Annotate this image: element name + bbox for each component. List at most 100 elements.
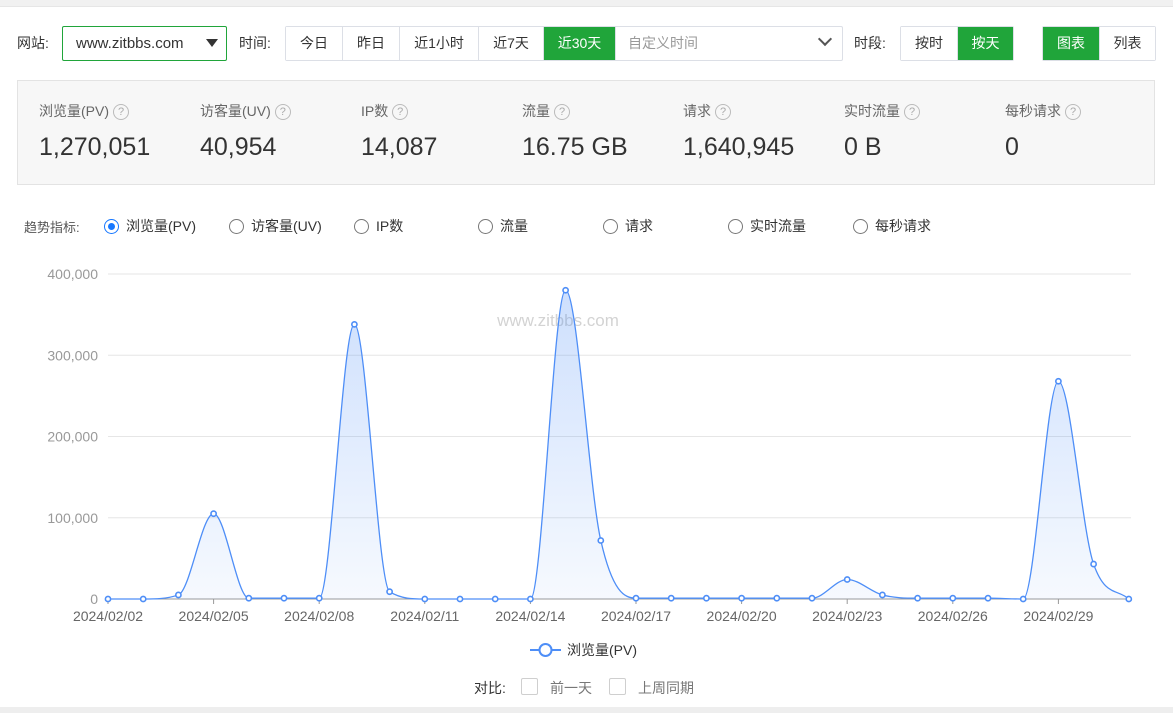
trend-option-label: 请求 xyxy=(625,218,653,234)
stat-traffic: 流量? 16.75 GB xyxy=(522,81,682,186)
filter-toolbar: 网站: www.zitbbs.com 时间: 今日 昨日 近1小时 近7天 近3… xyxy=(0,26,1173,61)
data-point xyxy=(421,595,429,603)
help-icon[interactable]: ? xyxy=(904,104,920,120)
help-icon[interactable]: ? xyxy=(113,104,129,120)
compare-prev-day-label: 前一天 xyxy=(550,680,592,696)
help-icon[interactable]: ? xyxy=(554,104,570,120)
stat-uv-label: 访客量(UV) xyxy=(200,103,271,119)
time-last-7-days-button[interactable]: 近7天 xyxy=(479,27,544,60)
top-edge xyxy=(0,0,1173,7)
data-point xyxy=(738,594,745,602)
series-points xyxy=(104,286,1133,603)
site-select[interactable]: www.zitbbs.com xyxy=(62,26,227,61)
stat-requests-value: 1,640,945 xyxy=(683,133,795,161)
period-daily-button[interactable]: 按天 xyxy=(958,27,1013,60)
period-hourly-button[interactable]: 按时 xyxy=(901,27,958,60)
stat-ip-name: IP数? xyxy=(361,101,409,121)
radio-icon xyxy=(853,218,868,234)
help-icon[interactable]: ? xyxy=(392,104,409,120)
time-label: 时间: xyxy=(239,35,271,51)
data-point xyxy=(491,595,499,603)
view-list-button[interactable]: 列表 xyxy=(1100,27,1155,60)
y-tick-label: 400,000 xyxy=(47,266,98,282)
x-tick-label: 2024/02/05 xyxy=(179,608,249,624)
trend-option-qps[interactable]: 每秒请求 xyxy=(853,215,931,237)
stat-pv-value: 1,270,051 xyxy=(39,133,151,161)
data-point xyxy=(949,594,957,602)
radio-icon xyxy=(478,218,493,234)
compare-last-week-checkbox[interactable] xyxy=(609,678,626,695)
help-icon[interactable]: ? xyxy=(274,104,291,120)
x-tick-label: 2024/02/20 xyxy=(707,608,777,624)
help-icon[interactable]: ? xyxy=(715,104,731,120)
x-axis-labels: 2024/02/02 2024/02/05 2024/02/08 2024/02/11… xyxy=(73,599,1094,624)
time-range-group: 今日 昨日 近1小时 近7天 近30天 自定义时间 xyxy=(285,26,843,61)
stat-uv-value: 40,954 xyxy=(200,133,277,161)
data-point xyxy=(703,594,710,602)
x-tick-label: 2024/02/08 xyxy=(284,608,354,624)
y-tick-label: 0 xyxy=(90,591,98,607)
trend-option-requests[interactable]: 请求 xyxy=(603,215,653,237)
trend-label: 趋势指标: xyxy=(24,220,80,235)
view-chart-button[interactable]: 图表 xyxy=(1043,27,1100,60)
series-area xyxy=(108,290,1129,599)
data-point xyxy=(104,595,112,603)
compare-prev-day-checkbox[interactable] xyxy=(521,678,538,695)
stat-pv: 浏览量(PV)? 1,270,051 xyxy=(39,81,199,186)
custom-time-placeholder: 自定义时间 xyxy=(628,35,698,51)
radio-icon xyxy=(229,218,244,234)
trend-option-label: 访客量(UV) xyxy=(251,218,322,234)
stat-qps-label: 每秒请求 xyxy=(1005,103,1061,119)
x-tick-label: 2024/02/23 xyxy=(812,608,882,624)
stat-traffic-value: 16.75 GB xyxy=(522,133,628,161)
compare-last-week-label: 上周同期 xyxy=(638,680,694,696)
data-point xyxy=(562,286,569,294)
trend-option-traffic[interactable]: 流量 xyxy=(478,215,528,237)
y-tick-label: 200,000 xyxy=(47,429,98,445)
custom-time-picker[interactable]: 自定义时间 xyxy=(616,27,842,60)
time-yesterday-button[interactable]: 昨日 xyxy=(343,27,400,60)
y-tick-label: 100,000 xyxy=(47,510,98,526)
data-point xyxy=(315,594,323,602)
trend-option-pv[interactable]: 浏览量(PV) xyxy=(104,215,196,237)
data-point xyxy=(527,595,534,603)
trend-option-realtime-traffic[interactable]: 实时流量 xyxy=(728,215,806,237)
chart-legend[interactable]: 浏览量(PV) xyxy=(530,642,637,658)
help-icon[interactable]: ? xyxy=(1065,104,1081,120)
data-point xyxy=(456,595,464,603)
stat-qps: 每秒请求? 0 xyxy=(1005,81,1165,186)
series-line xyxy=(108,289,1130,600)
time-last-30-days-button[interactable]: 近30天 xyxy=(544,27,616,60)
stat-traffic-label: 流量 xyxy=(522,103,550,119)
compare-row: 对比: 前一天 上周同期 xyxy=(0,676,1173,698)
stat-requests-name: 请求? xyxy=(683,101,731,121)
bottom-edge xyxy=(0,707,1173,713)
x-tick-label: 2024/02/29 xyxy=(1023,608,1093,624)
stat-requests-label: 请求 xyxy=(683,103,711,119)
x-tick-label: 2024/02/02 xyxy=(73,608,143,624)
trend-option-uv[interactable]: 访客量(UV) xyxy=(229,215,322,237)
view-mode-group: 图表 列表 xyxy=(1042,26,1156,61)
trend-option-label: 流量 xyxy=(500,218,528,234)
trend-option-label: 实时流量 xyxy=(750,218,806,234)
stat-realtime-traffic-name: 实时流量? xyxy=(844,101,920,121)
time-last-hour-button[interactable]: 近1小时 xyxy=(400,27,479,60)
x-tick-label: 2024/02/14 xyxy=(495,608,565,624)
radio-icon xyxy=(354,218,369,234)
trend-option-ip[interactable]: IP数 xyxy=(354,215,403,237)
stat-uv-name: 访客量(UV)? xyxy=(200,101,291,121)
data-point xyxy=(773,594,781,602)
data-point xyxy=(1055,377,1062,385)
x-tick-label: 2024/02/11 xyxy=(390,608,459,624)
y-tick-label: 300,000 xyxy=(47,347,98,363)
data-point xyxy=(632,594,640,602)
chevron-down-icon xyxy=(817,31,833,47)
data-point xyxy=(597,537,605,544)
data-point xyxy=(174,591,182,599)
pv-trend-chart: 0 100,000 200,000 300,000 400,000 2024/02/02… xyxy=(47,266,1133,658)
stat-ip-value: 14,087 xyxy=(361,133,438,161)
site-label: 网站: xyxy=(17,35,49,51)
radio-icon xyxy=(603,218,618,234)
stat-realtime-traffic: 实时流量? 0 B xyxy=(844,81,1004,186)
time-today-button[interactable]: 今日 xyxy=(286,27,343,60)
